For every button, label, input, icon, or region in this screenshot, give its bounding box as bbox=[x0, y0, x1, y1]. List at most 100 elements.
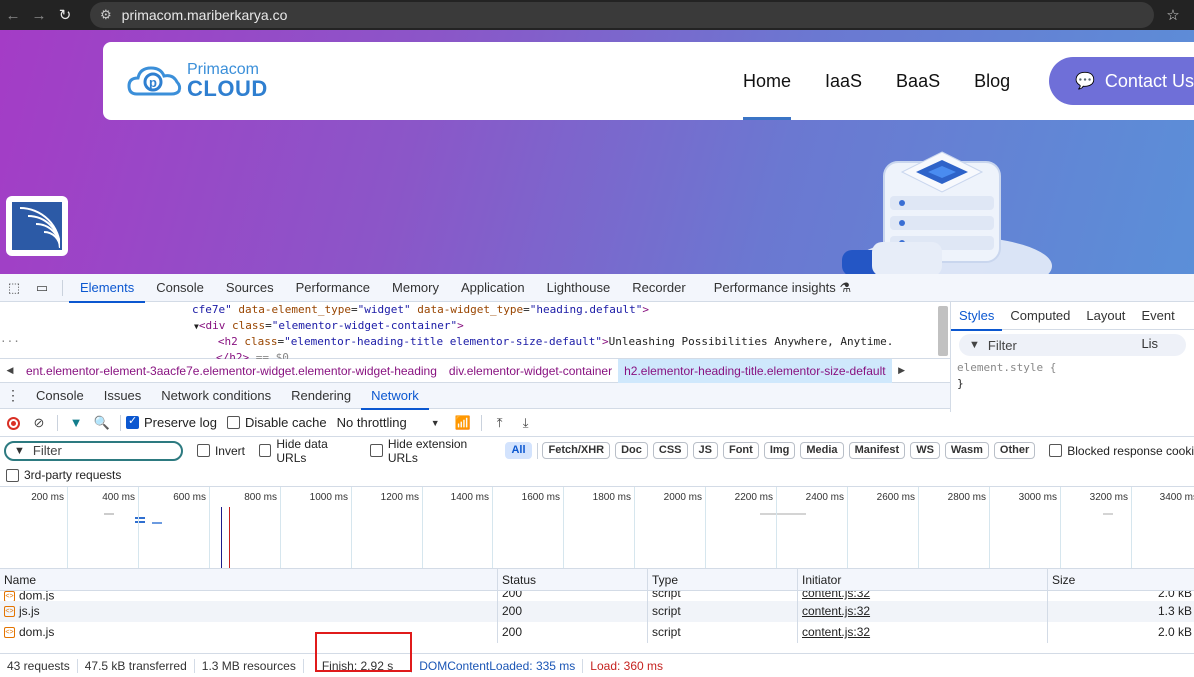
timeline-gridline bbox=[351, 487, 352, 568]
col-status[interactable]: Status bbox=[498, 569, 648, 591]
type-filter-img[interactable]: Img bbox=[763, 442, 796, 459]
more-tools-icon[interactable]: ⋮ bbox=[0, 387, 26, 404]
row-initiator[interactable]: content.js:32 bbox=[798, 622, 1048, 643]
inspect-element-icon[interactable]: ⬚ bbox=[0, 280, 28, 296]
blocked-response-checkbox[interactable] bbox=[1049, 444, 1063, 457]
type-filter-doc[interactable]: Doc bbox=[615, 442, 648, 459]
row-initiator[interactable]: content.js:32 bbox=[798, 601, 1048, 622]
device-toolbar-icon[interactable]: ▭ bbox=[28, 280, 56, 296]
type-filter-fetch-xhr[interactable]: Fetch/XHR bbox=[542, 442, 611, 459]
drawer-tab-network[interactable]: Network bbox=[361, 383, 429, 410]
breadcrumb-scroll-left-icon[interactable]: ◀ bbox=[0, 365, 20, 376]
dom-line-selected[interactable]: ··· <h2 class="elementor-heading-title el… bbox=[0, 334, 950, 350]
url-text[interactable]: primacom.mariberkarya.co bbox=[122, 7, 288, 23]
reload-icon[interactable]: ↻ bbox=[52, 6, 78, 24]
table-row[interactable]: <> dom.js 200 script content.js:32 2.0 kB bbox=[0, 622, 1194, 643]
dom-line[interactable]: ▼<div class="elementor-widget-container"… bbox=[0, 318, 950, 334]
chevron-down-icon[interactable]: ▼ bbox=[431, 418, 440, 428]
address-bar[interactable]: ⚙ primacom.mariberkarya.co bbox=[90, 2, 1154, 28]
breadcrumb-item-selected[interactable]: h2.elementor-heading-title.elementor-siz… bbox=[618, 358, 892, 383]
tab-memory[interactable]: Memory bbox=[381, 274, 450, 302]
tab-elements[interactable]: Elements bbox=[69, 274, 146, 303]
menu-home[interactable]: Home bbox=[743, 42, 792, 120]
row-initiator[interactable]: content.js:32 bbox=[798, 591, 1048, 601]
menu-blog[interactable]: Blog bbox=[974, 42, 1010, 120]
breadcrumb-scroll-right-icon[interactable]: ▶ bbox=[892, 365, 912, 376]
network-overview-timeline[interactable]: 200 ms 400 ms 600 ms 800 ms 1000 ms 1200 ms 14… bbox=[0, 487, 1194, 569]
tab-console[interactable]: Console bbox=[145, 274, 215, 302]
dom-scrollbar[interactable] bbox=[938, 306, 948, 356]
type-filter-ws[interactable]: WS bbox=[910, 442, 940, 459]
col-initiator[interactable]: Initiator bbox=[798, 569, 1048, 591]
menu-baas[interactable]: BaaS bbox=[896, 42, 940, 120]
contact-button[interactable]: 💬 Contact Us bbox=[1049, 57, 1194, 105]
menu-iaas[interactable]: IaaS bbox=[825, 42, 862, 120]
breadcrumb-item[interactable]: ent.elementor-element-3aacfe7e.elementor… bbox=[20, 359, 443, 383]
tab-computed[interactable]: Computed bbox=[1002, 302, 1078, 330]
filter-funnel-icon[interactable]: ▼ bbox=[63, 415, 89, 430]
type-filter-wasm[interactable]: Wasm bbox=[944, 442, 989, 459]
forward-icon[interactable]: → bbox=[26, 7, 52, 24]
type-filter-media[interactable]: Media bbox=[800, 442, 844, 459]
col-type[interactable]: Type bbox=[648, 569, 798, 591]
back-icon[interactable]: ← bbox=[0, 7, 26, 24]
throttling-select[interactable]: No throttling bbox=[337, 415, 407, 430]
hide-data-urls-checkbox[interactable] bbox=[258, 444, 272, 457]
element-style-rule[interactable]: element.style { bbox=[951, 360, 1194, 376]
third-party-checkbox[interactable] bbox=[6, 468, 19, 482]
drawer-tab-network-conditions[interactable]: Network conditions bbox=[151, 383, 281, 409]
dom-attr: class bbox=[231, 319, 266, 332]
clear-icon[interactable]: ⊘ bbox=[26, 415, 52, 431]
record-stop-icon[interactable] bbox=[0, 415, 26, 431]
timeline-tick-label: 2200 ms bbox=[734, 492, 773, 503]
bookmark-star-icon[interactable]: ☆ bbox=[1158, 6, 1188, 24]
drawer-tab-console[interactable]: Console bbox=[26, 383, 94, 409]
site-settings-icon[interactable]: ⚙ bbox=[100, 7, 112, 23]
table-row[interactable]: <> dom.js 200 script content.js:32 2.0 kB bbox=[0, 591, 1194, 601]
tab-event-listeners[interactable]: Event Lis bbox=[1133, 302, 1194, 351]
disable-cache-checkbox[interactable] bbox=[226, 416, 240, 429]
col-name[interactable]: Name bbox=[0, 569, 498, 591]
tab-styles[interactable]: Styles bbox=[951, 302, 1003, 331]
col-size[interactable]: Size bbox=[1048, 569, 1194, 591]
hide-extension-urls-checkbox[interactable] bbox=[370, 444, 383, 457]
type-filter-js[interactable]: JS bbox=[692, 442, 718, 459]
type-filter-font[interactable]: Font bbox=[722, 442, 759, 459]
network-conditions-icon[interactable]: 📶 bbox=[450, 415, 476, 431]
devtools-panel: ⬚ ▭ Elements Console Sources Performance… bbox=[0, 274, 1194, 677]
floating-widget[interactable] bbox=[6, 196, 68, 256]
timeline-gridline bbox=[989, 487, 990, 568]
type-filter-manifest[interactable]: Manifest bbox=[848, 442, 906, 459]
type-filter-all[interactable]: All bbox=[505, 442, 532, 459]
experiment-flask-icon: ⚗ bbox=[839, 279, 852, 295]
tab-performance[interactable]: Performance bbox=[285, 274, 381, 302]
tab-performance-insights[interactable]: Performance insights ⚗ bbox=[703, 274, 862, 302]
invert-checkbox[interactable] bbox=[196, 444, 210, 457]
tab-application[interactable]: Application bbox=[450, 274, 536, 302]
tab-layout[interactable]: Layout bbox=[1078, 302, 1133, 330]
summary-load: Load: 360 ms bbox=[590, 658, 664, 673]
dom-line[interactable]: </h2> == $0 bbox=[0, 350, 950, 359]
row-type: script bbox=[648, 591, 798, 601]
table-row[interactable]: <> js.js 200 script content.js:32 1.3 kB bbox=[0, 601, 1194, 622]
export-har-icon[interactable]: ⤓ bbox=[513, 415, 539, 431]
type-filter-css[interactable]: CSS bbox=[652, 442, 688, 459]
timeline-gridline bbox=[634, 487, 635, 568]
network-filter-input[interactable]: ▼ Filter bbox=[4, 440, 183, 461]
tab-recorder[interactable]: Recorder bbox=[621, 274, 696, 302]
search-icon[interactable]: 🔍 bbox=[89, 415, 115, 431]
type-filter-other[interactable]: Other bbox=[993, 442, 1036, 459]
preserve-log-checkbox[interactable] bbox=[126, 414, 139, 429]
dom-attr: data-element_type bbox=[238, 303, 351, 316]
site-logo[interactable]: p Primacom CLOUD bbox=[127, 62, 268, 100]
row-status: 200 bbox=[498, 591, 648, 601]
tab-sources[interactable]: Sources bbox=[215, 274, 285, 302]
network-filter-bar: ▼ Filter Invert Hide data URLs Hide exte… bbox=[0, 437, 1194, 465]
timeline-gridline bbox=[209, 487, 210, 568]
drawer-tab-issues[interactable]: Issues bbox=[94, 383, 152, 409]
drawer-tab-rendering[interactable]: Rendering bbox=[281, 383, 361, 409]
breadcrumb-item[interactable]: div.elementor-widget-container bbox=[443, 359, 618, 383]
import-har-icon[interactable]: ⤒ bbox=[487, 415, 513, 431]
tab-lighthouse[interactable]: Lighthouse bbox=[536, 274, 622, 302]
dom-line[interactable]: cfe7e" data-element_type="widget" data-w… bbox=[0, 302, 950, 318]
